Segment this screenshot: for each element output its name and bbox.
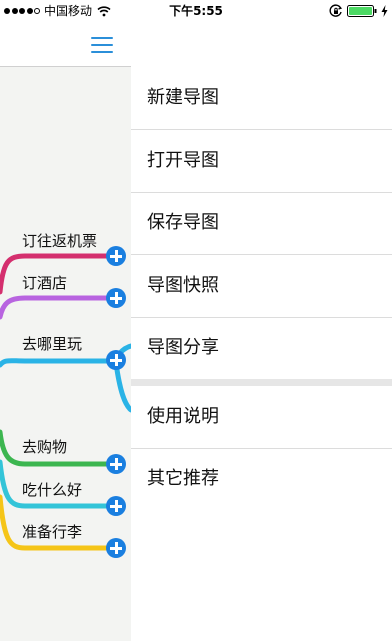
charging-icon: [381, 5, 388, 17]
menu-item-save-map[interactable]: 保存导图: [131, 192, 392, 255]
mind-map-panel[interactable]: 订往返机票 订酒店 去哪里玩 去购物 吃什么好 准备行李: [0, 22, 131, 641]
menu-item-label: 导图快照: [147, 275, 219, 296]
map-header: [0, 22, 131, 67]
menu-toggle-icon[interactable]: [91, 34, 115, 54]
menu-item-label: 其它推荐: [147, 468, 219, 489]
menu-item-share-map[interactable]: 导图分享: [131, 317, 392, 380]
menu-item-label: 新建导图: [147, 87, 219, 108]
menu-item-label: 保存导图: [147, 212, 219, 233]
add-node-button-shopping[interactable]: [106, 454, 126, 474]
branch-label-food[interactable]: 吃什么好: [22, 481, 82, 499]
side-menu: 新建导图 打开导图 保存导图 导图快照 导图分享 使用说明 其它推荐: [131, 22, 392, 641]
add-node-button-flights[interactable]: [106, 246, 126, 266]
branch-line-hotel: [0, 295, 113, 320]
menu-item-label: 导图分享: [147, 337, 219, 358]
menu-item-user-guide[interactable]: 使用说明: [131, 386, 392, 449]
menu-item-new-map[interactable]: 新建导图: [131, 67, 392, 130]
battery-icon: [347, 5, 377, 17]
branch-label-shopping[interactable]: 去购物: [22, 438, 67, 456]
add-node-button-hotel[interactable]: [106, 288, 126, 308]
add-node-button-luggage[interactable]: [106, 538, 126, 558]
status-right: [329, 3, 388, 19]
branch-line-sightseeing-sub-2: [113, 360, 131, 413]
menu-item-recommendations[interactable]: 其它推荐: [131, 448, 392, 511]
add-node-button-food[interactable]: [106, 496, 126, 516]
branch-label-luggage[interactable]: 准备行李: [22, 523, 82, 541]
branch-label-sightseeing[interactable]: 去哪里玩: [22, 335, 82, 353]
menu-item-label: 打开导图: [147, 150, 219, 171]
menu-item-open-map[interactable]: 打开导图: [131, 130, 392, 193]
branch-label-hotel[interactable]: 订酒店: [22, 274, 67, 292]
menu-section-divider: [131, 379, 392, 386]
status-bar: 中国移动 下午5:55: [0, 0, 392, 22]
menu-item-map-snapshot[interactable]: 导图快照: [131, 255, 392, 318]
menu-item-label: 使用说明: [147, 406, 219, 427]
branch-label-flights[interactable]: 订往返机票: [22, 232, 97, 250]
rotation-lock-icon: [329, 4, 343, 17]
add-node-button-sightseeing[interactable]: [106, 350, 126, 370]
branch-line-sightseeing: [0, 358, 113, 368]
